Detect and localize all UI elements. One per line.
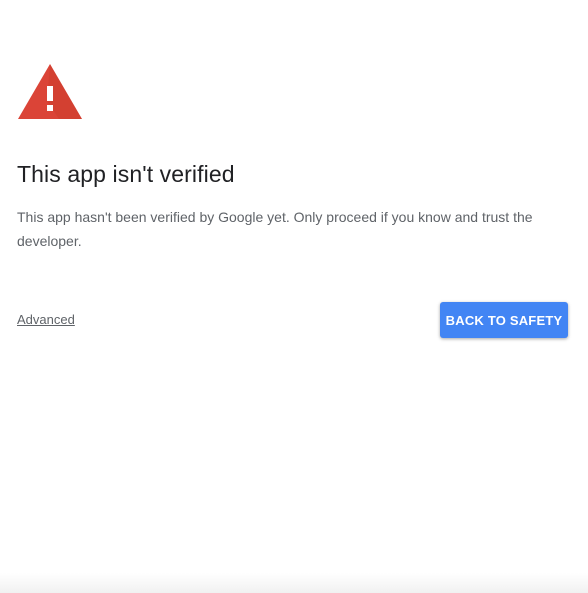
bottom-edge-shadow: [0, 573, 588, 593]
warning-description: This app hasn't been verified by Google …: [17, 209, 533, 249]
back-to-safety-button[interactable]: BACK TO SAFETY: [440, 302, 568, 338]
unverified-app-page: This app isn't verified This app hasn't …: [0, 0, 588, 593]
page-title: This app isn't verified: [17, 161, 235, 187]
warning-triangle-icon: [17, 62, 83, 120]
advanced-link[interactable]: Advanced: [17, 311, 75, 329]
